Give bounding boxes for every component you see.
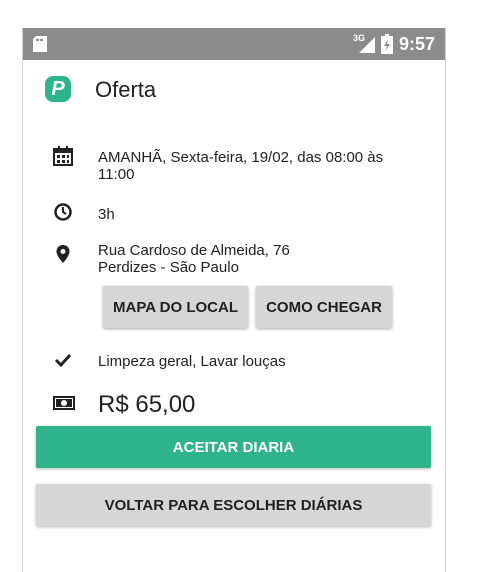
status-bar: 3G 9:57	[23, 28, 445, 60]
duration-text: 3h	[98, 206, 115, 223]
app-logo: P	[45, 76, 71, 102]
phone-screen: 3G 9:57 P Oferta AMANHÃ, Sexta-feira, 19…	[22, 28, 446, 572]
status-icons: 3G 9:57	[353, 28, 435, 60]
address-line-2: Perdizes - São Paulo	[98, 259, 239, 276]
clock-icon	[54, 203, 72, 221]
checkmark-icon	[54, 353, 72, 368]
app-header: P Oferta	[23, 60, 445, 120]
money-icon	[53, 396, 75, 410]
address-row: Rua Cardoso de Almeida, 76 Perdizes - Sã…	[23, 238, 445, 278]
map-button[interactable]: MAPA DO LOCAL	[103, 286, 248, 328]
status-time: 9:57	[398, 33, 435, 54]
price-value: R$ 65,00	[98, 391, 196, 418]
sim-card-icon	[33, 36, 47, 52]
date-text: AMANHÃ, Sexta-feira, 19/02, das 08:00 às…	[98, 149, 425, 183]
top-caption	[0, 0, 488, 6]
date-line-2: 11:00	[98, 166, 135, 183]
services-text: Limpeza geral, Lavar louças	[98, 353, 286, 370]
date-row: AMANHÃ, Sexta-feira, 19/02, das 08:00 às…	[23, 145, 445, 185]
services-row: Limpeza geral, Lavar louças	[23, 348, 445, 372]
accept-button[interactable]: ACEITAR DIARIA	[36, 426, 431, 468]
date-line-1: AMANHÃ, Sexta-feira, 19/02, das 08:00 às	[98, 149, 384, 166]
directions-button[interactable]: COMO CHEGAR	[256, 286, 392, 328]
page-title: Oferta	[95, 77, 157, 102]
signal-icon	[358, 37, 375, 53]
network-indicator: 3G	[353, 33, 375, 53]
calendar-icon	[53, 146, 73, 166]
location-pin-icon	[56, 245, 70, 263]
address-text: Rua Cardoso de Almeida, 76 Perdizes - Sã…	[98, 242, 425, 276]
battery-icon	[380, 34, 393, 54]
back-to-offers-button[interactable]: VOLTAR PARA ESCOLHER DIÁRIAS	[36, 484, 431, 526]
duration-row: 3h	[23, 199, 445, 223]
address-line-1: Rua Cardoso de Almeida, 76	[98, 242, 290, 259]
